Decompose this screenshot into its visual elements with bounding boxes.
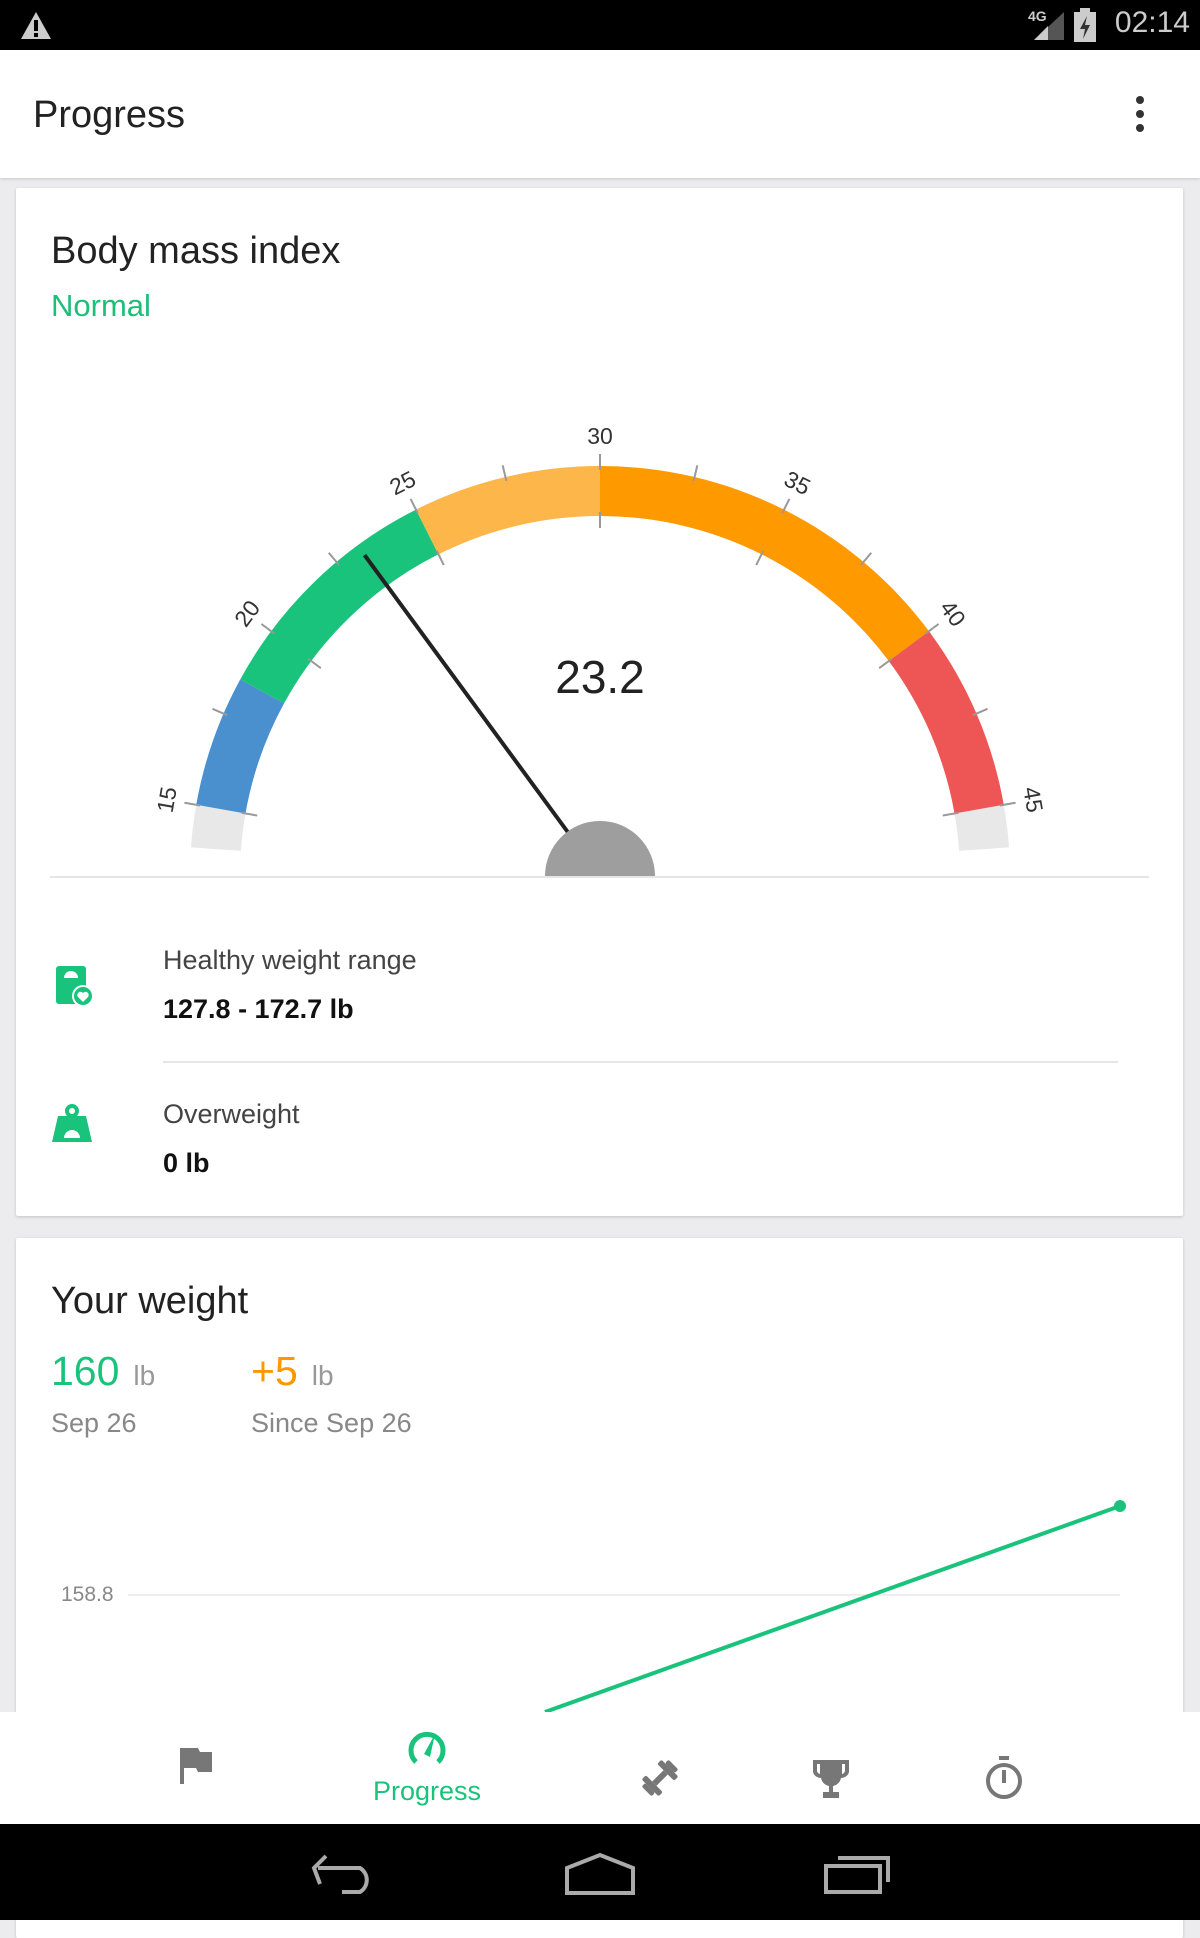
system-nav-bar [0, 1824, 1200, 1920]
gauge-label: 30 [587, 423, 613, 449]
gauge-band [415, 466, 600, 555]
recents-icon[interactable] [824, 1854, 892, 1894]
trophy-icon[interactable] [811, 1758, 851, 1800]
gauge-tick [860, 552, 873, 566]
gauge-label: 35 [780, 466, 815, 501]
healthy-range-label: Healthy weight range [163, 945, 417, 975]
gauge-hub [545, 821, 655, 876]
weight-icon [52, 1104, 92, 1142]
gauge-label: 15 [152, 785, 182, 815]
speedometer-icon [408, 1731, 446, 1764]
gauge-label: 20 [229, 595, 265, 631]
flag-icon[interactable] [180, 1746, 214, 1786]
nav-label-progress: Progress [372, 1776, 482, 1806]
scale-heart-icon [56, 966, 94, 1006]
gauge-band [600, 466, 929, 662]
stopwatch-icon[interactable] [984, 1756, 1024, 1800]
gauge-tick [260, 623, 275, 635]
overweight-value: 0 lb [163, 1148, 210, 1178]
bmi-value: 23.2 [555, 651, 645, 703]
divider [50, 876, 1149, 878]
dumbbell-icon[interactable] [640, 1758, 680, 1798]
gauge-label: 25 [385, 466, 420, 501]
gauge-label: 45 [1018, 785, 1048, 815]
overweight-label: Overweight [163, 1099, 300, 1129]
bmi-card: Body mass index Normal 15 20 25 30 35 40 45 23… [16, 188, 1183, 1216]
weight-line [544, 1504, 1121, 1714]
back-icon[interactable] [308, 1854, 378, 1894]
nav-item-progress[interactable]: Progress [357, 1712, 497, 1824]
gauge-tick [925, 623, 940, 635]
bottom-nav: Progress [0, 1712, 1200, 1824]
divider [163, 1061, 1118, 1063]
data-point [1114, 1500, 1126, 1512]
bmi-gauge: 15 20 25 30 35 40 45 [152, 423, 1048, 878]
healthy-range-value: 127.8 - 172.7 lb [163, 994, 354, 1024]
home-icon[interactable] [564, 1852, 636, 1896]
gauge-needle [362, 553, 602, 878]
gauge-label: 40 [935, 595, 971, 631]
gauge-tick [327, 552, 340, 566]
